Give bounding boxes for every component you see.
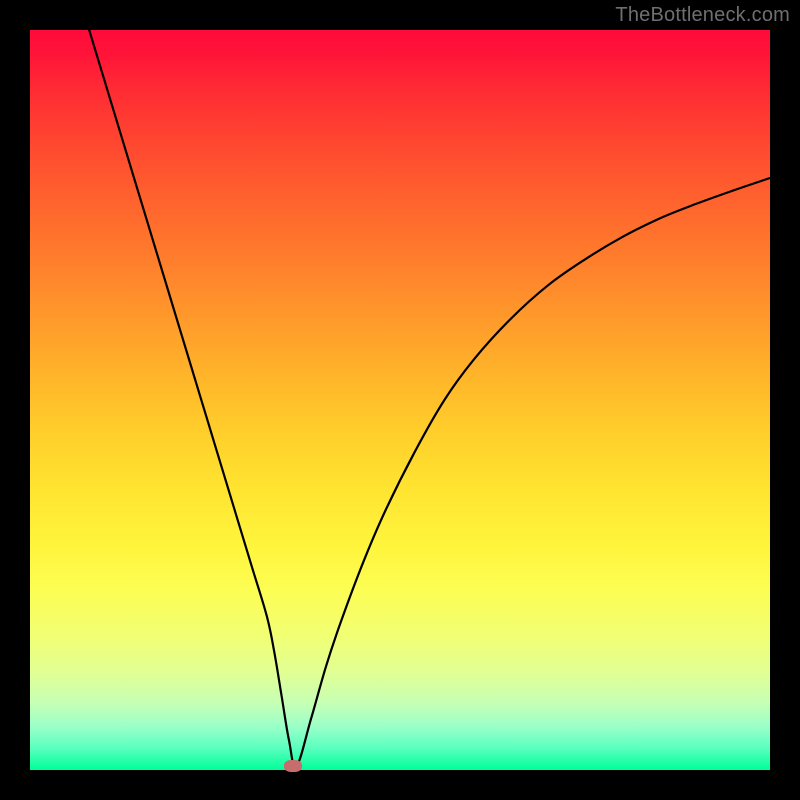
chart-frame: TheBottleneck.com <box>0 0 800 800</box>
bottleneck-curve <box>30 30 770 770</box>
plot-area <box>30 30 770 770</box>
optimum-marker <box>284 760 302 772</box>
watermark-text: TheBottleneck.com <box>615 4 790 27</box>
